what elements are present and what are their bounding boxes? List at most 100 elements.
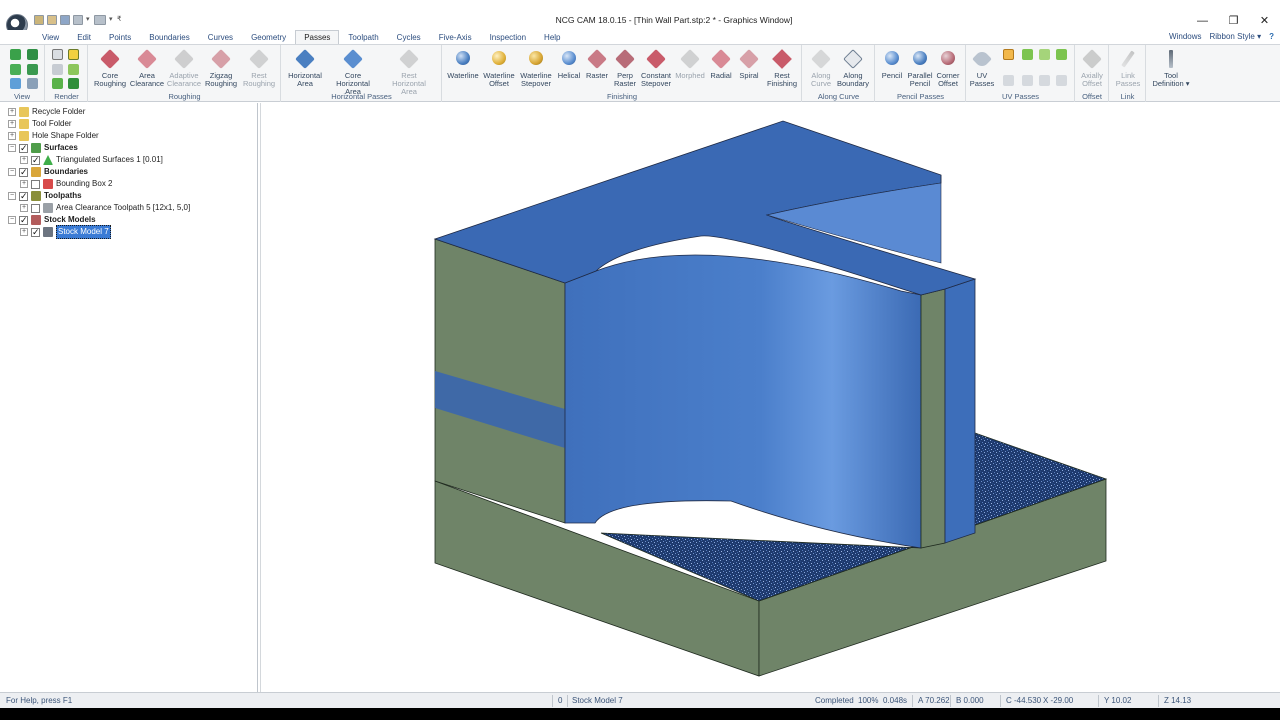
rest-finishing-button[interactable]: Rest Finishing <box>767 47 797 93</box>
object-tree-panel[interactable]: + Recycle Folder + Tool Folder + Hole Shape F… <box>0 103 258 692</box>
expand-icon[interactable]: + <box>20 180 28 188</box>
uv-option-4-icon[interactable] <box>1056 75 1067 86</box>
view-top-icon[interactable] <box>27 49 38 60</box>
constant-stepover-button[interactable]: Constant Stepover <box>641 47 671 93</box>
uv-option-1-icon[interactable] <box>1003 75 1014 86</box>
zoom-fit-icon[interactable] <box>10 78 21 89</box>
zigzag-roughing-button[interactable]: Zigzag Roughing <box>205 47 237 93</box>
menu-tab-view[interactable]: View <box>33 30 68 44</box>
uv-forward-icon[interactable] <box>1039 49 1050 60</box>
view-front-icon[interactable] <box>10 64 21 75</box>
waterline-button[interactable]: Waterline <box>447 47 479 93</box>
menu-tab-five-axis[interactable]: Five-Axis <box>430 30 481 44</box>
collapse-icon[interactable]: − <box>8 168 16 176</box>
tree-item[interactable]: + Triangulated Surfaces 1 [0.01] <box>20 154 163 166</box>
visibility-checkbox[interactable] <box>19 190 28 202</box>
expand-icon[interactable]: + <box>20 228 28 236</box>
expand-icon[interactable]: + <box>20 156 28 164</box>
render-mesh-icon[interactable] <box>52 64 63 75</box>
expand-icon[interactable]: + <box>8 120 16 128</box>
menu-tab-cycles[interactable]: Cycles <box>388 30 430 44</box>
restore-button[interactable]: ❐ <box>1218 12 1249 30</box>
spiral-button[interactable]: Spiral <box>735 47 763 93</box>
visibility-checkbox[interactable] <box>31 154 40 166</box>
menu-tab-help[interactable]: Help <box>535 30 569 44</box>
help-icon[interactable]: ? <box>1269 32 1274 41</box>
uv-option-3-icon[interactable] <box>1039 75 1050 86</box>
radial-button[interactable]: Radial <box>707 47 735 93</box>
collapse-icon[interactable]: − <box>8 216 16 224</box>
windows-menu[interactable]: Windows <box>1169 32 1201 41</box>
tree-item[interactable]: − Boundaries <box>8 166 88 178</box>
helical-button[interactable]: Helical <box>555 47 583 93</box>
uv-option-2-icon[interactable] <box>1022 75 1033 86</box>
area-clearance-icon <box>137 49 157 69</box>
expand-icon[interactable]: + <box>8 108 16 116</box>
menu-tab-points[interactable]: Points <box>100 30 140 44</box>
part-3d-view[interactable] <box>261 103 1280 692</box>
ribbon-group-label: Offset <box>1082 92 1102 101</box>
render-shaded-icon[interactable] <box>52 49 63 60</box>
collapse-icon[interactable]: − <box>8 192 16 200</box>
tree-item[interactable]: − Surfaces <box>8 142 78 154</box>
core-horizontal-area-button[interactable]: Core Horizontal Area <box>336 47 370 96</box>
uv-up-icon[interactable] <box>1056 49 1067 60</box>
tree-item[interactable]: + Hole Shape Folder <box>8 130 99 142</box>
menu-tab-inspection[interactable]: Inspection <box>481 30 535 44</box>
pan-icon[interactable] <box>27 78 38 89</box>
corner-offset-button[interactable]: Corner Offset <box>934 47 962 93</box>
render-wire-icon[interactable] <box>68 49 79 60</box>
menu-tab-edit[interactable]: Edit <box>68 30 100 44</box>
menu-tab-geometry[interactable]: Geometry <box>242 30 295 44</box>
visibility-checkbox[interactable] <box>19 142 28 154</box>
title-bar: ▾ ▾ ₹ NCG CAM 18.0.15 - [Thin Wall Part.… <box>0 0 1280 36</box>
ribbon-style-label: Ribbon Style <box>1209 32 1255 41</box>
view-iso-icon[interactable] <box>10 49 21 60</box>
waterline-stepover-button[interactable]: Waterline Stepover <box>520 47 552 93</box>
triangle-icon <box>43 155 53 165</box>
visibility-checkbox[interactable] <box>31 179 40 189</box>
visibility-checkbox[interactable] <box>19 166 28 178</box>
tree-item[interactable]: + Stock Model 7 <box>20 225 111 239</box>
render-surface-icon[interactable] <box>68 78 79 89</box>
rest-roughing-button[interactable]: Rest Roughing <box>243 47 275 93</box>
render-stock-icon[interactable] <box>52 78 63 89</box>
menu-tab-boundaries[interactable]: Boundaries <box>140 30 198 44</box>
expand-icon[interactable]: + <box>8 132 16 140</box>
along-boundary-button[interactable]: Along Boundary <box>837 47 869 93</box>
tree-item[interactable]: − Toolpaths <box>8 190 82 202</box>
tree-item[interactable]: + Area Clearance Toolpath 5 [12x1, 5,0] <box>20 202 190 214</box>
adaptive-clearance-button[interactable]: Adaptive Clearance <box>167 47 201 93</box>
tree-item[interactable]: + Bounding Box 2 <box>20 178 113 190</box>
close-button[interactable]: ✕ <box>1249 12 1280 30</box>
expand-icon[interactable]: + <box>20 204 28 212</box>
uv-u-direction-icon[interactable] <box>1003 49 1014 60</box>
view-side-icon[interactable] <box>27 64 38 75</box>
horizontal-area-label: Horizontal Area <box>288 71 322 88</box>
link-passes-button[interactable]: Link Passes <box>1114 47 1142 93</box>
uv-passes-button[interactable]: UV Passes <box>969 47 995 93</box>
ribbon-style-menu[interactable]: Ribbon Style ▾ <box>1210 32 1262 41</box>
tree-item[interactable]: + Recycle Folder <box>8 106 85 118</box>
horizontal-area-button[interactable]: Horizontal Area <box>288 47 322 93</box>
rest-horizontal-area-button[interactable]: Rest Horizontal Area <box>392 47 426 96</box>
menu-tab-toolpath[interactable]: Toolpath <box>339 30 387 44</box>
uv-v-direction-icon[interactable] <box>1022 49 1033 60</box>
render-toolpath-icon[interactable] <box>68 64 79 75</box>
visibility-checkbox[interactable] <box>19 214 28 226</box>
menu-tab-passes[interactable]: Passes <box>295 30 340 44</box>
menu-tab-curves[interactable]: Curves <box>199 30 242 44</box>
graphics-viewport[interactable] <box>260 103 1280 692</box>
tool-definition-button[interactable]: Tool Definition ▾ <box>1152 47 1190 93</box>
tree-item[interactable]: + Tool Folder <box>8 118 72 130</box>
axially-offset-button[interactable]: Axially Offset <box>1078 47 1106 93</box>
collapse-icon[interactable]: − <box>8 144 16 152</box>
ribbon-group-link: Link Passes Link <box>1110 45 1146 102</box>
core-roughing-button[interactable]: Core Roughing <box>94 47 126 93</box>
visibility-checkbox[interactable] <box>31 226 40 238</box>
waterline-offset-button[interactable]: Waterline Offset <box>483 47 515 93</box>
area-clearance-button[interactable]: Area Clearance <box>130 47 164 93</box>
morphed-button[interactable]: Morphed <box>675 47 705 93</box>
visibility-checkbox[interactable] <box>31 203 40 213</box>
minimize-button[interactable]: — <box>1187 12 1218 30</box>
